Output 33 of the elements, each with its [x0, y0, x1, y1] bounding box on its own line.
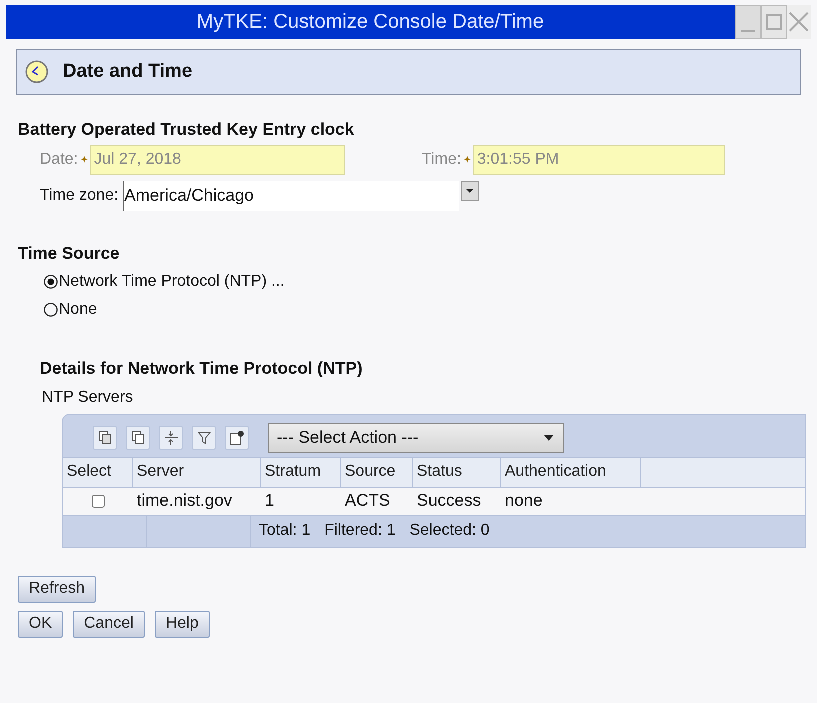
table-cell-text: time.nist.gov [136, 490, 234, 512]
field-label: Time: [422, 150, 462, 170]
dropdown-arrow-icon [543, 434, 555, 442]
section-heading: Details for Network Time Protocol (NTP) [40, 358, 364, 380]
table-cell-text: ACTS [344, 490, 392, 512]
table-cell-text: 1 [264, 490, 276, 512]
dialog-button[interactable]: Help [154, 610, 210, 638]
field-label: Time zone: [40, 186, 119, 206]
table-summary: Selected: 0 [410, 521, 490, 541]
copy-pages-icon[interactable] [93, 426, 117, 450]
filter-icon[interactable] [192, 426, 216, 450]
clock-icon [25, 60, 49, 84]
window-title: MyTKE: Customize Console Date/Time [196, 10, 544, 35]
field-label: Date: [40, 150, 78, 170]
subsection-label: NTP Servers [41, 388, 134, 408]
action-select[interactable]: --- Select Action --- [268, 422, 564, 452]
table-cell-text: Success [416, 490, 482, 512]
radio-button[interactable] [44, 303, 58, 317]
radio-button[interactable] [44, 275, 58, 289]
row-checkbox[interactable] [92, 494, 104, 508]
table-summary: Total: 1 [259, 521, 311, 541]
section-heading: Battery Operated Trusted Key Entry clock [18, 119, 356, 141]
dialog-button[interactable]: OK [18, 610, 64, 638]
pages-icon[interactable] [126, 426, 150, 450]
header-title: Date and Time [63, 60, 193, 84]
dialog-button[interactable]: Cancel [73, 610, 145, 638]
dialog-button[interactable]: Refresh [18, 576, 96, 602]
table-cell-text: none [504, 490, 544, 512]
section-heading: Time Source [18, 242, 121, 264]
radio-label[interactable]: Network Time Protocol (NTP) ... [59, 270, 285, 294]
expand-rows-icon[interactable] [159, 426, 183, 450]
radio-label[interactable]: None [59, 298, 98, 322]
table-summary: Filtered: 1 [324, 521, 396, 541]
